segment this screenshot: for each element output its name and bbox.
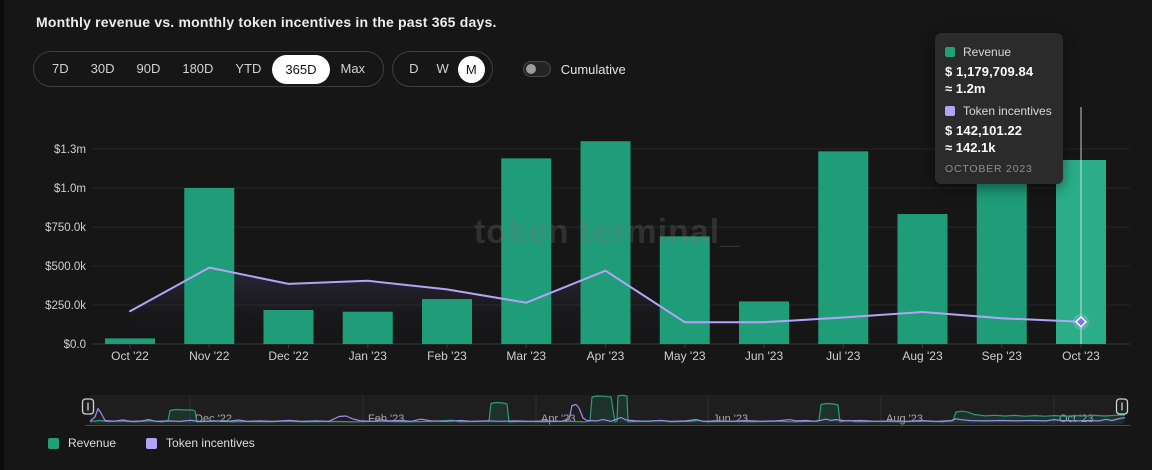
- y-tick-label: $1.0m: [54, 183, 86, 195]
- y-tick-label: $0.0: [64, 339, 86, 351]
- x-tick-label: Nov '22: [189, 349, 230, 363]
- tooltip-series-approx: ≈ 142.1k: [945, 140, 1053, 155]
- brush-handle-left[interactable]: [83, 399, 94, 414]
- chart-legend: Revenue Token incentives: [48, 436, 285, 450]
- legend-label: Revenue: [68, 436, 116, 450]
- tooltip-period: OCTOBER 2023: [945, 163, 1053, 175]
- x-tick-label: Dec '22: [268, 349, 309, 363]
- y-tick-label: $500.0k: [45, 261, 86, 273]
- tooltip-series-value: $ 1,179,709.84: [945, 64, 1053, 79]
- x-tick-label: Mar '23: [506, 349, 546, 363]
- revenue-bar-aug23[interactable]: [898, 214, 948, 344]
- tooltip-series-row: Token incentives: [945, 104, 1053, 118]
- chart-panel: Monthly revenue vs. monthly token incent…: [0, 0, 1152, 470]
- x-tick-label: Apr '23: [587, 349, 625, 363]
- legend-swatch-icon: [48, 438, 59, 449]
- tooltip-series-row: Revenue: [945, 45, 1053, 59]
- y-tick-label: $750.0k: [45, 222, 86, 234]
- x-tick-label: Jun '23: [745, 349, 784, 363]
- x-tick-label: Feb '23: [427, 349, 467, 363]
- revenue-bar-dec22[interactable]: [264, 310, 314, 344]
- tooltip-swatch-icon: [945, 106, 955, 116]
- tooltip-series-value: $ 142,101.22: [945, 123, 1053, 138]
- tooltip-swatch-icon: [945, 47, 955, 57]
- x-tick-label: Oct '22: [111, 349, 149, 363]
- y-tick-label: $1.3m: [54, 144, 86, 156]
- legend-label: Token incentives: [166, 436, 255, 450]
- revenue-bar-jul23[interactable]: [818, 151, 868, 344]
- legend-item-revenue[interactable]: Revenue: [48, 436, 116, 450]
- watermark-text: token terminal_: [474, 213, 740, 251]
- hover-tooltip: Revenue $ 1,179,709.84 ≈ 1.2m Token incenti…: [935, 33, 1063, 184]
- tooltip-series-approx: ≈ 1.2m: [945, 81, 1053, 96]
- x-tick-label: Oct '23: [1062, 349, 1100, 363]
- revenue-bar-may23[interactable]: [660, 236, 710, 344]
- x-tick-label: Sep '23: [982, 349, 1023, 363]
- revenue-bar-feb23[interactable]: [422, 299, 472, 344]
- x-tick-label: Aug '23: [902, 349, 943, 363]
- x-tick-label: Jan '23: [349, 349, 388, 363]
- legend-item-token-incentives[interactable]: Token incentives: [146, 436, 255, 450]
- brush-handle-right[interactable]: [1117, 399, 1128, 414]
- x-tick-label: May '23: [664, 349, 706, 363]
- revenue-bar-mar23[interactable]: [501, 158, 551, 344]
- tooltip-series-name: Revenue: [963, 45, 1011, 59]
- revenue-bar-oct22[interactable]: [105, 338, 155, 344]
- revenue-bar-jan23[interactable]: [343, 312, 393, 344]
- revenue-bar-nov22[interactable]: [184, 188, 234, 344]
- x-tick-label: Jul '23: [826, 349, 861, 363]
- y-tick-label: $250.0k: [45, 300, 86, 312]
- legend-swatch-icon: [146, 438, 157, 449]
- tooltip-series-name: Token incentives: [963, 104, 1052, 118]
